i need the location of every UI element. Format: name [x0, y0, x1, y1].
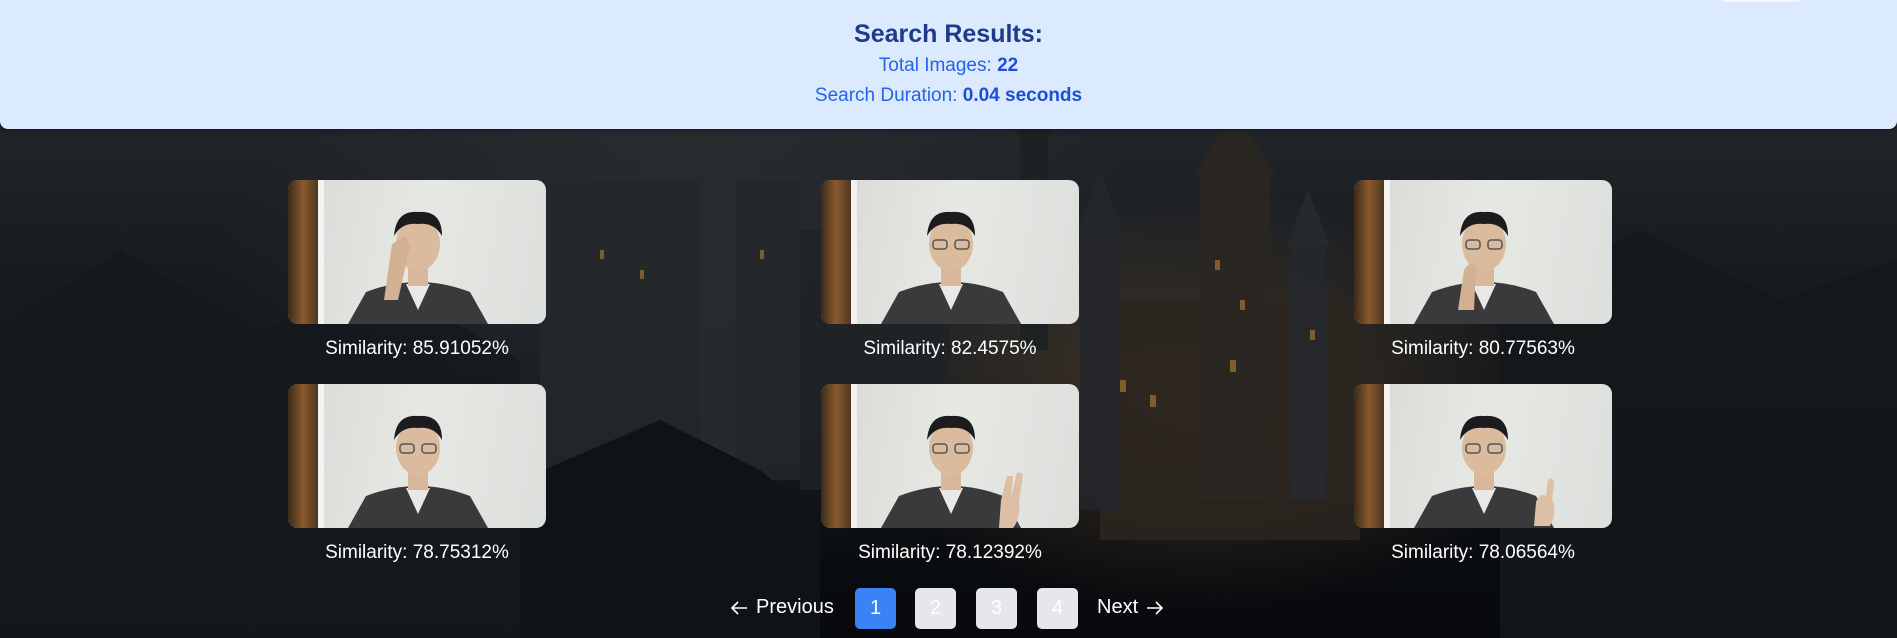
similarity-caption: Similarity: 78.06564%: [1391, 542, 1575, 563]
result-thumbnail[interactable]: [821, 384, 1079, 528]
search-duration-value: 0.04 seconds: [962, 85, 1083, 106]
search-duration-row: Search Duration: 0.04 seconds: [0, 85, 1897, 107]
arrow-left-icon: [730, 600, 747, 615]
previous-button[interactable]: Previous: [730, 596, 834, 619]
result-thumbnail[interactable]: [821, 180, 1079, 324]
previous-label: Previous: [756, 596, 834, 618]
similarity-caption: Similarity: 78.12392%: [858, 542, 1042, 563]
result-thumbnail[interactable]: [288, 384, 546, 528]
next-button[interactable]: Next: [1097, 596, 1164, 619]
similarity-caption: Similarity: 78.75312%: [325, 542, 509, 563]
similarity-caption: Similarity: 82.4575%: [863, 338, 1037, 359]
result-card[interactable]: Similarity: 78.75312%: [288, 384, 546, 564]
result-thumbnail[interactable]: [288, 180, 546, 324]
search-results-panel: Search Results: Total Images: 22 Search …: [0, 0, 1897, 129]
total-images-row: Total Images: 22: [0, 55, 1897, 77]
header-tab: [1721, 0, 1801, 2]
page-button-1[interactable]: 1: [855, 588, 896, 629]
pagination: Previous 1 2 3 4 Next: [0, 588, 1897, 629]
result-thumbnail[interactable]: [1354, 384, 1612, 528]
total-images-label: Total Images:: [878, 55, 992, 76]
page-button-4[interactable]: 4: [1037, 588, 1078, 629]
results-title: Search Results:: [854, 20, 1043, 48]
arrow-right-icon: [1147, 600, 1164, 615]
next-label: Next: [1097, 596, 1139, 618]
result-card[interactable]: Similarity: 78.12392%: [821, 384, 1079, 564]
similarity-caption: Similarity: 80.77563%: [1391, 338, 1575, 359]
result-card[interactable]: Similarity: 82.4575%: [821, 180, 1079, 360]
result-card[interactable]: Similarity: 80.77563%: [1354, 180, 1612, 360]
page-button-2[interactable]: 2: [915, 588, 956, 629]
result-card[interactable]: Similarity: 78.06564%: [1354, 384, 1612, 564]
total-images-value: 22: [997, 55, 1019, 76]
page-button-3[interactable]: 3: [976, 588, 1017, 629]
result-thumbnail[interactable]: [1354, 180, 1612, 324]
search-duration-label: Search Duration:: [814, 85, 958, 106]
result-card[interactable]: Similarity: 85.91052%: [288, 180, 546, 360]
similarity-caption: Similarity: 85.91052%: [325, 338, 509, 359]
